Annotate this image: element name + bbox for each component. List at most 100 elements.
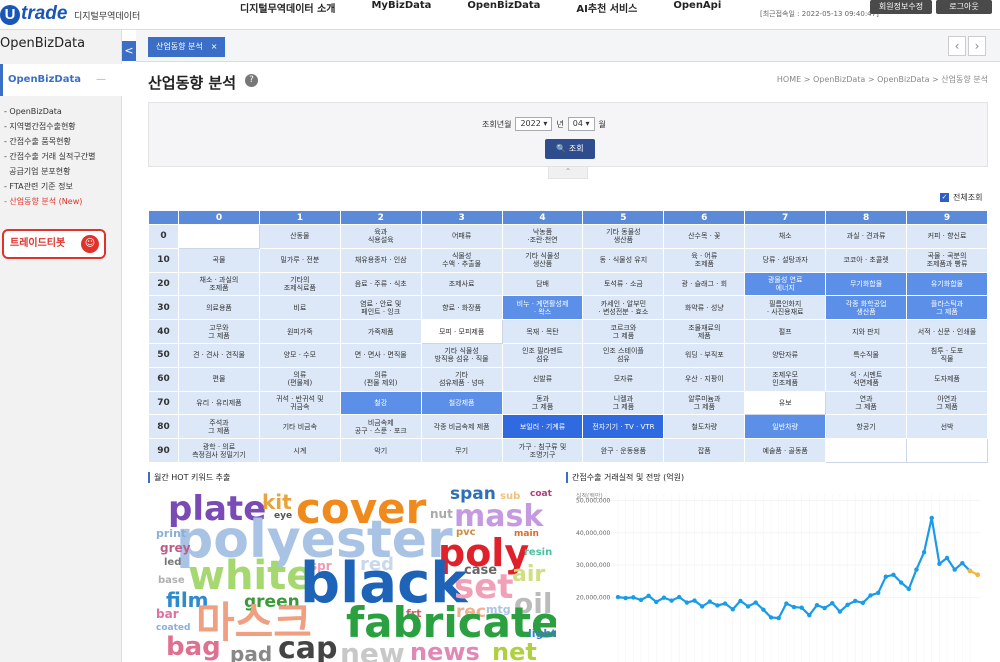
search-button[interactable]: 🔍 조회 [545, 139, 595, 159]
grid-cell[interactable]: 채소 [744, 224, 827, 249]
grid-cell[interactable]: 조제사료 [420, 271, 503, 297]
grid-cell[interactable]: 산동물 [258, 224, 341, 249]
grid-cell[interactable]: 펄프 [744, 319, 827, 344]
select-all-checkbox[interactable]: ✓ 전체조회 [940, 192, 982, 203]
grid-cell[interactable]: 기타의 조제식료품 [258, 271, 341, 297]
grid-cell[interactable]: 양모 · 수모 [258, 342, 341, 368]
trade-bot-button[interactable]: 트레이드티봇 ☺ [2, 229, 106, 259]
grid-cell[interactable]: 유보 [744, 390, 827, 416]
sidebar-item[interactable]: 공급기업 분포현황 [4, 164, 120, 179]
grid-cell[interactable]: 철도차량 [663, 414, 746, 440]
grid-cell[interactable]: 연과 그 제품 [825, 390, 908, 416]
grid-cell[interactable]: 비료 [258, 295, 341, 321]
grid-cell[interactable]: 신발류 [501, 366, 584, 392]
grid-cell[interactable]: 조물재료의 제품 [663, 319, 746, 344]
grid-cell[interactable]: 화약류 · 성냥 [663, 295, 746, 321]
year-select[interactable]: 2022 ▾ [515, 117, 553, 131]
grid-cell[interactable]: 기타 섬유제품 · 넝마 [420, 366, 503, 392]
grid-cell[interactable]: 석 · 시멘트 석면제품 [825, 366, 908, 392]
cloud-word[interactable]: kit [262, 492, 292, 512]
sidebar-section[interactable]: OpenBizData — [0, 64, 122, 96]
tab-active[interactable]: 산업동향 분석 × [148, 37, 226, 57]
grid-cell[interactable]: 인조 필라멘트 섬유 [501, 342, 584, 368]
cloud-word[interactable]: bag [166, 634, 221, 660]
grid-cell[interactable]: 필름인화지 · 사진용재료 [744, 295, 827, 321]
grid-cell[interactable]: 의류 (편물제) [258, 366, 341, 392]
grid-cell[interactable]: 무기화합물 [825, 271, 908, 297]
cloud-word[interactable]: grey [160, 542, 190, 554]
grid-cell[interactable]: 완구 · 운동용품 [582, 438, 665, 463]
grid-cell[interactable]: 동 · 식물성 유지 [582, 247, 665, 273]
grid-cell[interactable]: 육과 식용설육 [339, 224, 422, 249]
grid-cell[interactable]: 철강 [339, 390, 422, 416]
grid-cell[interactable]: 토석류 · 소금 [582, 271, 665, 297]
grid-cell[interactable]: 각종 화학공업 생산품 [825, 295, 908, 321]
grid-cell[interactable]: 도자제품 [906, 366, 988, 392]
grid-cell[interactable]: 특수직물 [825, 342, 908, 368]
grid-cell[interactable]: 보일러 · 기계류 [501, 414, 584, 440]
grid-cell[interactable]: 낙농품 ·조란·천연 [501, 224, 584, 249]
grid-cell[interactable]: 의료용품 [178, 295, 260, 321]
grid-cell[interactable]: 서적 · 신문 · 인쇄물 [906, 319, 988, 344]
grid-cell[interactable]: 광물성 연료 에너지 [744, 271, 827, 297]
grid-cell[interactable]: 양탄자류 [744, 342, 827, 368]
grid-cell[interactable]: 악기 [339, 438, 422, 463]
grid-cell[interactable]: 식물성 수액 · 추출물 [420, 247, 503, 273]
grid-cell[interactable]: 어패류 [420, 224, 503, 249]
grid-cell[interactable]: 의류 (편물 제외) [339, 366, 422, 392]
grid-cell[interactable]: 산수목 · 꽃 [663, 224, 746, 249]
tab-next-button[interactable]: › [968, 36, 986, 56]
sidebar-toggle-button[interactable]: < [122, 41, 136, 61]
collapse-icon[interactable]: — [96, 64, 106, 96]
cloud-word[interactable]: cap [278, 634, 338, 662]
sidebar-item[interactable]: - FTA관련 기준 정보 [4, 179, 120, 194]
cloud-word[interactable]: new [340, 640, 405, 662]
grid-cell[interactable]: 채유용종자 · 인삼 [339, 247, 422, 273]
grid-cell[interactable]: 인조 스테이플 섬유 [582, 342, 665, 368]
grid-cell[interactable]: 과실 · 견과류 [825, 224, 908, 249]
cloud-word[interactable]: bar [156, 608, 179, 620]
grid-cell[interactable]: 귀석 · 반귀석 및 귀금속 [258, 390, 341, 416]
grid-cell[interactable]: 광 · 슬래그 · 회 [663, 271, 746, 297]
cloud-word[interactable]: net [492, 640, 537, 662]
grid-cell[interactable]: 동과 그 제품 [501, 390, 584, 416]
grid-cell[interactable]: 모자류 [582, 366, 665, 392]
grid-cell[interactable]: 항공기 [825, 414, 908, 440]
grid-cell[interactable]: 무기 [420, 438, 503, 463]
nav-item[interactable]: OpenApi [673, 0, 721, 14]
grid-cell[interactable]: 잡품 [663, 438, 746, 463]
grid-cell[interactable]: 철강제품 [420, 390, 503, 416]
grid-cell[interactable]: 기타 동물성 생산품 [582, 224, 665, 249]
tab-prev-button[interactable]: ‹ [948, 36, 966, 56]
grid-cell[interactable]: 고무와 그 제품 [178, 319, 260, 344]
grid-cell[interactable]: 주석과 그 제품 [178, 414, 260, 440]
grid-cell[interactable]: 플라스틱과 그 제품 [906, 295, 988, 321]
grid-cell[interactable]: 비금속제 공구 · 스푼 · 포크 [339, 414, 422, 440]
sidebar-item[interactable]: - 간접수출 품목현황 [4, 134, 120, 149]
grid-cell[interactable]: 선박 [906, 414, 988, 440]
grid-cell[interactable]: 기타 식물성 생산품 [501, 247, 584, 273]
grid-cell[interactable]: 모피 · 모피제품 [420, 319, 503, 344]
close-icon[interactable]: × [211, 42, 218, 51]
grid-cell[interactable]: 담배 [501, 271, 584, 297]
sidebar-item[interactable]: - 지역별간접수출현황 [4, 119, 120, 134]
collapse-button[interactable]: ⌃ [548, 167, 588, 179]
logo[interactable]: Utrade [0, 3, 67, 25]
grid-cell[interactable]: 기타 식물성 방직용 섬유 · 직물 [420, 342, 503, 368]
grid-cell[interactable]: 향료 · 화장품 [420, 295, 503, 321]
grid-cell[interactable]: 원피가죽 [258, 319, 341, 344]
grid-cell[interactable]: 가구 · 침구류 및 조명기구 [501, 438, 584, 463]
sidebar-item[interactable]: - 간접수출 거래 실적구간별 [4, 149, 120, 164]
grid-cell[interactable]: 카세인 · 알부민 · 변성전분 · 효소 [582, 295, 665, 321]
grid-cell[interactable]: 커피 · 향신료 [906, 224, 988, 249]
grid-cell[interactable]: 육 · 어류 조제품 [663, 247, 746, 273]
cloud-word[interactable]: resin [524, 548, 552, 558]
cloud-word[interactable]: base [158, 576, 185, 586]
grid-cell[interactable]: 비누 · 계면활성제 · 왁스 [501, 295, 584, 321]
grid-cell[interactable]: 알루미늄과 그 제품 [663, 390, 746, 416]
month-select[interactable]: 04 ▾ [567, 117, 595, 131]
cloud-word[interactable]: coat [530, 490, 552, 499]
grid-cell[interactable]: 기타 비금속 [258, 414, 341, 440]
grid-cell[interactable]: 채소 · 과실의 조제품 [178, 271, 260, 297]
grid-cell[interactable]: 워딩 · 부직포 [663, 342, 746, 368]
